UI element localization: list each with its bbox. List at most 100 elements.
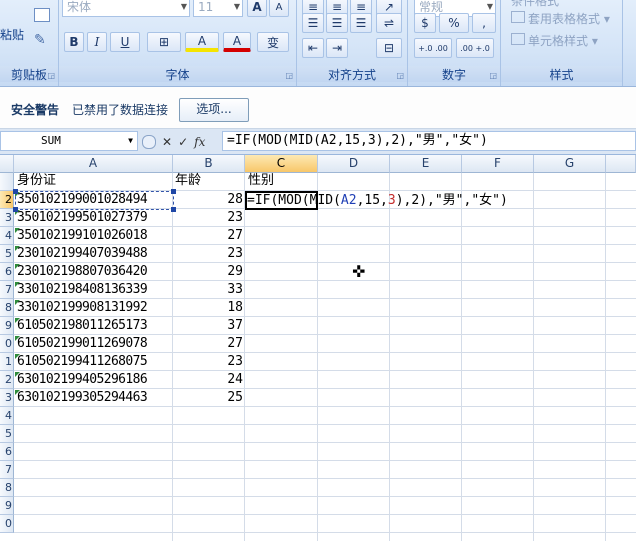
table-cell-id[interactable]: 330102199908131992 xyxy=(17,299,171,317)
row-header[interactable]: 3 xyxy=(0,209,14,227)
row-header[interactable]: 5 xyxy=(0,245,14,263)
align-right-button[interactable]: ☰ xyxy=(350,13,372,33)
table-cell-id[interactable]: 630102199305294463 xyxy=(17,389,171,407)
row-header[interactable]: 2 xyxy=(0,371,14,389)
phonetic-button[interactable]: 变 xyxy=(257,32,289,52)
row-header[interactable]: 4 xyxy=(0,407,14,425)
row-header[interactable]: 8 xyxy=(0,299,14,317)
table-cell-id[interactable]: 610502198011265173 xyxy=(17,317,171,335)
currency-button[interactable]: $ xyxy=(414,13,436,33)
align-center-button[interactable]: ☰ xyxy=(326,13,348,33)
column-header-c[interactable]: C xyxy=(245,155,318,173)
enter-icon[interactable]: ✓ xyxy=(178,135,188,149)
table-cell-age[interactable]: 25 xyxy=(174,389,243,407)
table-cell-id[interactable]: 350102199501027379 xyxy=(17,209,171,227)
clipboard-launcher-icon[interactable]: ◲ xyxy=(47,71,55,80)
column-header-e[interactable]: E xyxy=(390,155,462,173)
italic-button[interactable]: I xyxy=(87,32,107,52)
grow-font-button[interactable]: A xyxy=(247,0,267,17)
column-header-d[interactable]: D xyxy=(318,155,390,173)
row-header[interactable]: 6 xyxy=(0,263,14,281)
row-header[interactable]: 4 xyxy=(0,227,14,245)
insert-function-icon[interactable]: fx xyxy=(194,135,205,149)
table-cell-id[interactable]: 350102199001028494 xyxy=(17,191,171,209)
table-cell-id[interactable]: 330102198408136339 xyxy=(17,281,171,299)
fill-color-button[interactable]: A xyxy=(185,32,219,52)
row-header[interactable]: 0 xyxy=(0,335,14,353)
resize-handle[interactable] xyxy=(171,207,176,212)
expand-icon[interactable] xyxy=(142,134,156,149)
row-header[interactable]: 9 xyxy=(0,497,14,515)
row-header[interactable]: 2 xyxy=(0,191,14,209)
table-cell-id[interactable]: 350102199101026018 xyxy=(17,227,171,245)
table-cell-age[interactable]: 18 xyxy=(174,299,243,317)
paste-button[interactable]: 粘贴 xyxy=(0,20,24,54)
resize-handle[interactable] xyxy=(13,189,18,194)
table-cell-age[interactable]: 24 xyxy=(174,371,243,389)
cell-styles-button[interactable]: 单元格样式 ▾ xyxy=(511,32,598,49)
row-header[interactable]: 6 xyxy=(0,443,14,461)
cell-b1[interactable]: 年龄 xyxy=(175,172,201,190)
border-button[interactable]: ⊞ xyxy=(147,32,181,52)
alignment-launcher-icon[interactable]: ◲ xyxy=(396,71,404,80)
column-header-h[interactable] xyxy=(606,155,636,173)
row-header[interactable]: 8 xyxy=(0,479,14,497)
formula-input[interactable]: =IF(MOD(MID(A2,15,3),2),"男","女") xyxy=(222,131,636,151)
font-name-combo[interactable]: 宋体 ▼ xyxy=(62,0,190,17)
security-options-button[interactable]: 选项... xyxy=(179,98,249,122)
table-cell-age[interactable]: 27 xyxy=(174,335,243,353)
percent-button[interactable]: % xyxy=(439,13,469,33)
table-cell-id[interactable]: 230102198807036420 xyxy=(17,263,171,281)
row-header[interactable]: 7 xyxy=(0,461,14,479)
table-cell-id[interactable]: 630102199405296186 xyxy=(17,371,171,389)
conditional-format-button[interactable]: 条件格式 xyxy=(511,0,559,9)
shrink-font-button[interactable]: A xyxy=(269,0,289,17)
font-color-button[interactable]: A xyxy=(223,32,251,52)
resize-handle[interactable] xyxy=(171,189,176,194)
decrease-indent-button[interactable]: ⇤ xyxy=(302,38,324,58)
cell-a1[interactable]: 身份证 xyxy=(17,172,56,190)
table-cell-age[interactable]: 33 xyxy=(174,281,243,299)
font-launcher-icon[interactable]: ◲ xyxy=(285,71,293,80)
row-header[interactable]: 3 xyxy=(0,389,14,407)
underline-button[interactable]: U xyxy=(110,32,140,52)
copy-icon[interactable] xyxy=(34,8,50,22)
table-cell-id[interactable]: 610502199411268075 xyxy=(17,353,171,371)
decrease-decimal-button[interactable]: .00 +.0 xyxy=(456,38,494,58)
format-painter-icon[interactable]: ✎ xyxy=(34,32,46,48)
align-left-button[interactable]: ☰ xyxy=(302,13,324,33)
cell-c1[interactable]: 性别 xyxy=(248,172,274,190)
select-all-corner[interactable] xyxy=(0,155,14,173)
row-header[interactable]: 5 xyxy=(0,425,14,443)
table-cell-id[interactable]: 230102199407039488 xyxy=(17,245,171,263)
number-launcher-icon[interactable]: ◲ xyxy=(489,71,497,80)
row-header[interactable]: 9 xyxy=(0,317,14,335)
table-cell-age[interactable]: 28 xyxy=(174,191,243,209)
table-cell-age[interactable]: 23 xyxy=(174,353,243,371)
name-box[interactable]: SUM ▼ xyxy=(0,131,138,151)
table-cell-age[interactable]: 37 xyxy=(174,317,243,335)
table-cell-age[interactable]: 23 xyxy=(174,245,243,263)
table-cell-age[interactable]: 23 xyxy=(174,209,243,227)
increase-decimal-button[interactable]: +.0 .00 xyxy=(414,38,452,58)
table-cell-age[interactable]: 27 xyxy=(174,227,243,245)
row-header[interactable] xyxy=(0,173,14,191)
bold-button[interactable]: B xyxy=(64,32,84,52)
worksheet-grid[interactable]: A B C D E F G 2 3 4 5 6 7 8 9 0 1 2 3 4 … xyxy=(0,155,636,541)
row-header[interactable]: 7 xyxy=(0,281,14,299)
column-header-g[interactable]: G xyxy=(534,155,606,173)
cancel-icon[interactable]: ✕ xyxy=(162,135,172,149)
font-size-combo[interactable]: 11 ▼ xyxy=(193,0,243,17)
row-header[interactable]: 1 xyxy=(0,353,14,371)
merge-center-button[interactable]: ⊟ xyxy=(376,38,402,58)
table-cell-age[interactable]: 29 xyxy=(174,263,243,281)
in-cell-formula[interactable]: =IF(MOD(MID(A2,15,3),2),"男","女") xyxy=(247,192,508,210)
comma-button[interactable]: , xyxy=(472,13,496,33)
column-header-a[interactable]: A xyxy=(14,155,173,173)
resize-handle[interactable] xyxy=(13,207,18,212)
column-header-b[interactable]: B xyxy=(173,155,245,173)
format-as-table-button[interactable]: 套用表格格式 ▾ xyxy=(511,10,610,27)
column-header-f[interactable]: F xyxy=(462,155,534,173)
row-header[interactable]: 0 xyxy=(0,515,14,533)
increase-indent-button[interactable]: ⇥ xyxy=(326,38,348,58)
